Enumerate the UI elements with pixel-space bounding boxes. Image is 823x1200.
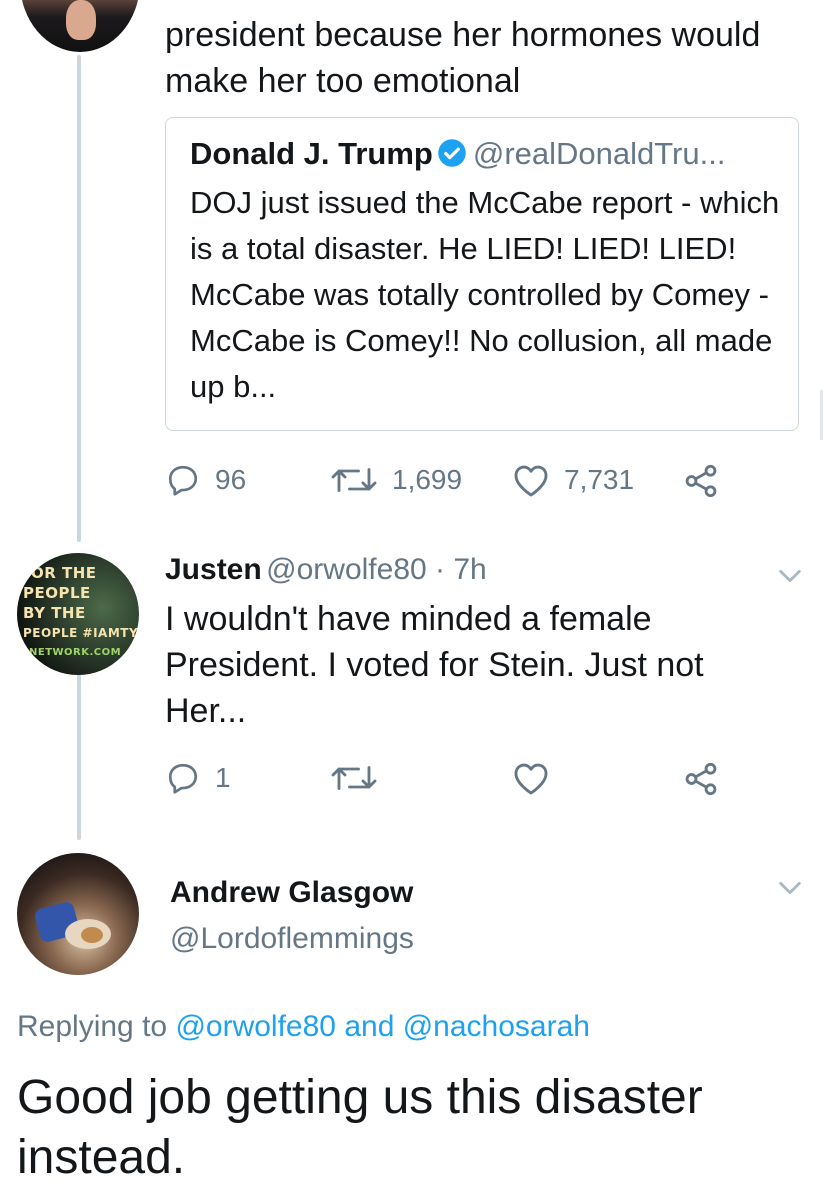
avatar-text-line: BY THE — [23, 604, 86, 622]
avatar-text-line: NETWORK.COM — [29, 647, 122, 658]
tweet-text: Good job getting us this disaster instea… — [17, 1071, 703, 1184]
reply-count: 1 — [215, 762, 231, 793]
quoted-author-name: Donald J. Trump — [190, 136, 433, 171]
tweet-text: president because her hormones would mak… — [165, 16, 761, 100]
like-icon — [514, 465, 548, 497]
reply-icon — [168, 763, 198, 794]
retweet-count: 1,699 — [392, 464, 463, 495]
quoted-author-handle: @realDonaldTru... — [472, 136, 726, 171]
verified-icon — [438, 139, 466, 167]
replying-to: Replying to @orwolfe80 and @nachosarah — [17, 1010, 590, 1044]
tweet-header: Justen @orwolfe80 · 7h — [165, 553, 487, 587]
author-name[interactable]: Justen — [165, 553, 262, 586]
avatar-text: OR THE PEOPLE BY THE PEOPLE #IAMTYT NETW… — [23, 563, 139, 663]
quoted-tweet-card[interactable]: Donald J. Trump @realDonaldTru... DOJ jus… — [165, 117, 799, 431]
avatar-text-line: OR THE — [31, 564, 97, 582]
reply-icon — [168, 465, 198, 496]
replying-prefix: Replying to — [17, 1010, 176, 1043]
chevron-down-icon[interactable] — [776, 874, 804, 902]
mention-link[interactable]: @orwolfe80 — [175, 1010, 336, 1043]
author-handle-time[interactable]: @orwolfe80 · 7h — [266, 553, 487, 586]
avatar-text-line: PEOPLE — [23, 584, 91, 602]
like-button[interactable] — [512, 760, 564, 796]
author-handle[interactable]: @Lordoflemmings — [170, 922, 414, 956]
replying-and[interactable]: and — [336, 1010, 403, 1043]
tweet-text: I wouldn't have minded a female Presiden… — [165, 600, 704, 730]
thread-line — [77, 55, 81, 542]
reply-count: 96 — [215, 464, 247, 495]
avatar[interactable] — [17, 853, 139, 975]
author-name[interactable]: Andrew Glasgow — [170, 876, 413, 910]
quoted-tweet-header: Donald J. Trump @realDonaldTru... — [190, 136, 725, 172]
share-button[interactable] — [682, 760, 734, 798]
retweet-icon — [331, 468, 377, 492]
share-button[interactable] — [682, 462, 734, 500]
share-icon — [685, 762, 717, 796]
like-count: 7,731 — [564, 464, 635, 495]
retweet-button[interactable]: 1,699 — [330, 462, 462, 498]
thread-line — [77, 670, 81, 840]
retweet-icon — [331, 766, 377, 790]
reply-button[interactable]: 1 — [165, 760, 231, 796]
chevron-down-icon[interactable] — [776, 562, 804, 590]
mention-link[interactable]: @nachosarah — [403, 1010, 590, 1043]
like-button[interactable]: 7,731 — [512, 462, 634, 498]
avatar[interactable]: OR THE PEOPLE BY THE PEOPLE #IAMTYT NETW… — [17, 553, 139, 675]
share-icon — [685, 464, 717, 498]
avatar[interactable] — [20, 0, 140, 52]
quoted-tweet-text: DOJ just issued the McCabe report - whic… — [190, 185, 780, 404]
avatar-text-line: PEOPLE #IAMTYT — [23, 626, 139, 640]
like-icon — [514, 763, 548, 795]
reply-button[interactable]: 96 — [165, 462, 246, 498]
retweet-button[interactable] — [330, 760, 392, 796]
